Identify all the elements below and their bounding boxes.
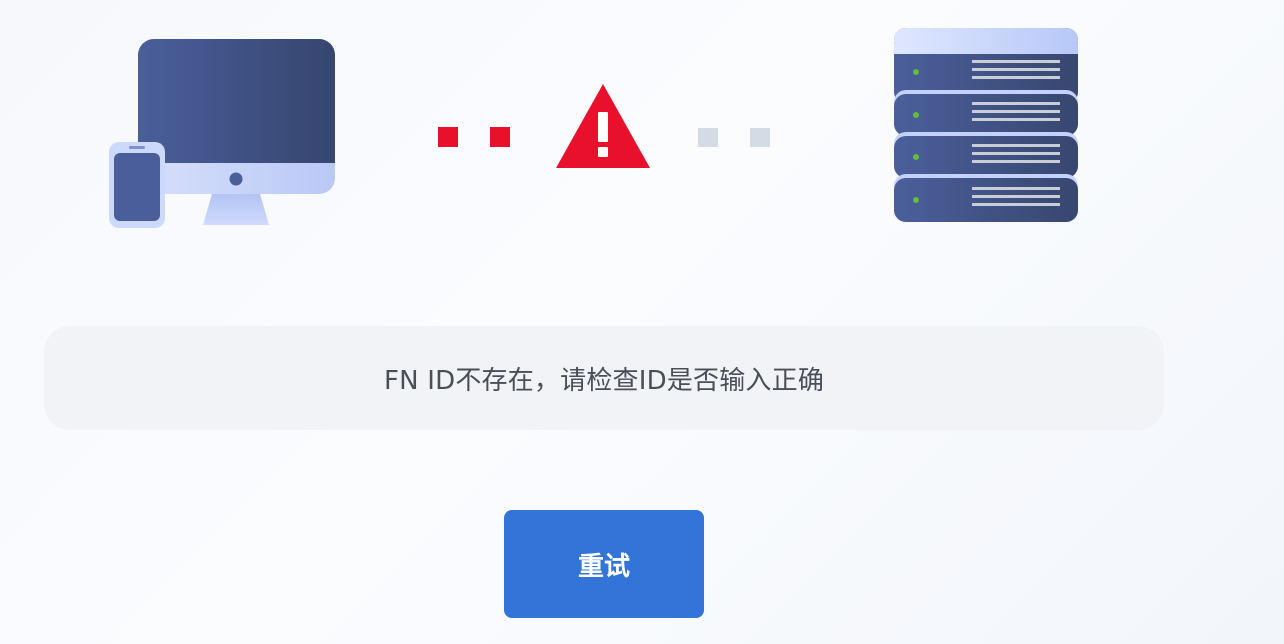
retry-button[interactable]: 重试	[504, 510, 704, 618]
server-unit-4	[894, 174, 1078, 222]
monitor-button	[229, 172, 243, 186]
error-dot-2	[490, 127, 510, 147]
connection-illustration	[0, 0, 1284, 260]
server-unit-3	[894, 132, 1078, 178]
error-dot-1	[438, 127, 458, 147]
inactive-dot-1	[698, 128, 718, 147]
error-message-box: FN ID不存在，请检查ID是否输入正确	[44, 326, 1164, 430]
inactive-dot-2	[750, 128, 770, 147]
server-unit-2	[894, 90, 1078, 136]
phone-screen	[114, 153, 160, 221]
server-rack-icon	[894, 28, 1078, 222]
monitor-screen	[138, 39, 335, 163]
desktop-and-phone-icon	[109, 39, 335, 228]
warning-triangle-icon	[556, 84, 650, 168]
error-message-text: FN ID不存在，请检查ID是否输入正确	[383, 365, 825, 396]
monitor-stand	[203, 194, 269, 225]
phone-speaker	[129, 146, 145, 149]
connection-status	[438, 84, 770, 168]
